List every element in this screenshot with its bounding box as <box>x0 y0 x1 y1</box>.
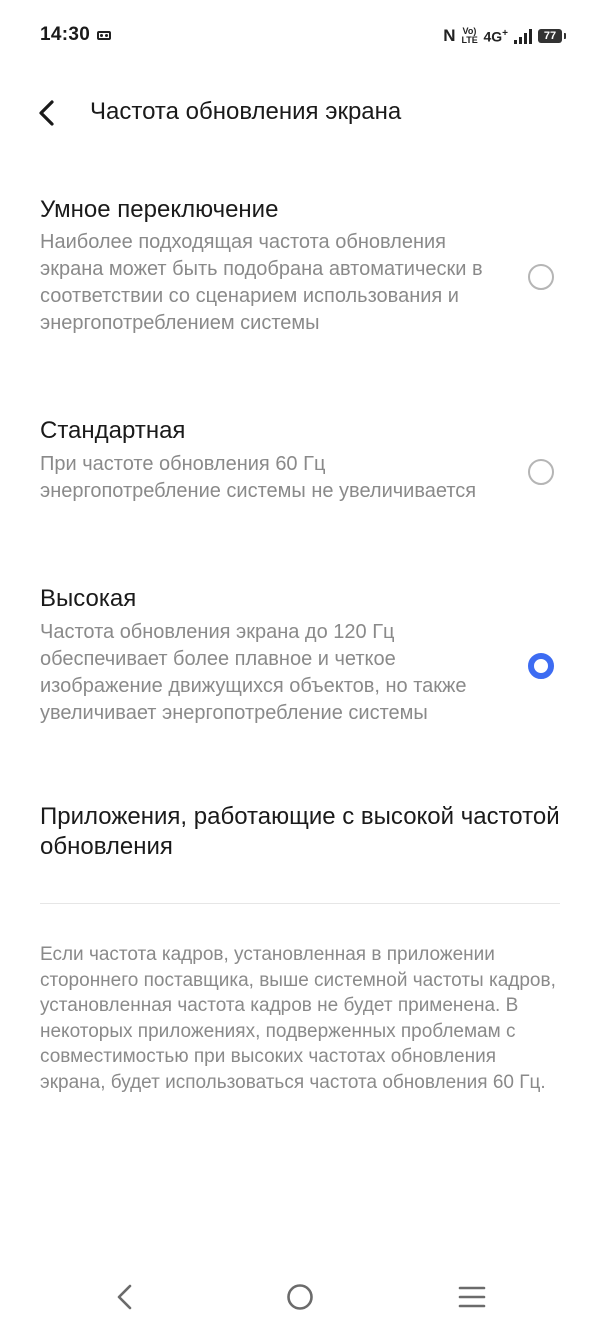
header: Частота обновления экрана <box>0 88 600 138</box>
option-standard[interactable]: Стандартная При частоте обновления 60 Гц… <box>0 412 600 542</box>
option-smart-switch[interactable]: Умное переключение Наиболее подходящая ч… <box>0 190 600 370</box>
option-title: Высокая <box>40 585 137 612</box>
voicemail-icon <box>97 31 111 40</box>
radio-button[interactable] <box>528 459 554 485</box>
nav-home-button[interactable] <box>283 1280 317 1314</box>
high-refresh-apps-link[interactable]: Приложения, работающие с высокой частото… <box>40 802 560 862</box>
radio-button-selected[interactable] <box>528 653 554 679</box>
network-plus-label: + <box>502 27 508 39</box>
volte-icon: Vo) LTE <box>461 27 477 45</box>
network-type-icon: 4G+ <box>483 28 508 45</box>
page-title: Частота обновления экрана <box>90 98 402 125</box>
back-icon <box>117 1284 132 1310</box>
status-bar: 14:30 N Vo) LTE 4G+ 77 <box>0 0 600 72</box>
navigation-bar <box>0 1270 600 1324</box>
status-time: 14:30 <box>40 24 91 45</box>
signal-icon <box>514 28 532 44</box>
battery-icon: 77 <box>538 29 566 43</box>
back-button[interactable] <box>30 94 66 132</box>
nfc-icon: N <box>443 26 456 45</box>
nav-menu-button[interactable] <box>455 1280 489 1314</box>
status-icons: N Vo) LTE 4G+ 77 <box>443 24 566 48</box>
option-description: Наиболее подходящая частота обновления э… <box>40 231 483 334</box>
footnote: Если частота кадров, установленная в при… <box>40 944 556 1093</box>
divider <box>40 903 560 904</box>
volte-bottom-label: LTE <box>461 35 478 45</box>
option-title: Стандартная <box>40 417 186 444</box>
option-high[interactable]: Высокая Частота обновления экрана до 120… <box>0 580 600 760</box>
menu-icon <box>458 1286 486 1308</box>
nav-back-button[interactable] <box>108 1280 142 1314</box>
network-type-label: 4G <box>483 28 503 45</box>
option-title: Умное переключение <box>40 196 279 223</box>
radio-button[interactable] <box>528 264 554 290</box>
option-description: При частоте обновления 60 Гц энергопотре… <box>40 453 477 502</box>
option-description: Частота обновления экрана до 120 Гц обес… <box>40 621 467 724</box>
back-arrow-icon <box>39 100 54 126</box>
home-icon <box>287 1284 313 1310</box>
